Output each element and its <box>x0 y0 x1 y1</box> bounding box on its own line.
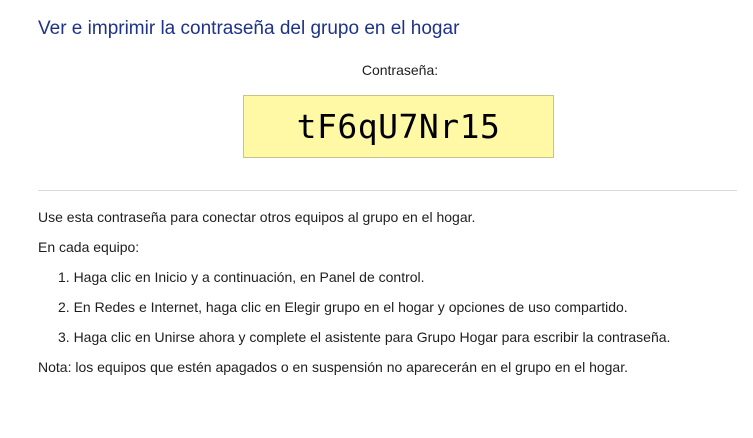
password-box: tF6qU7Nr15 <box>243 95 554 158</box>
page-title: Ver e imprimir la contraseña del grupo e… <box>38 18 460 39</box>
each-pc-text: En cada equipo: <box>38 239 140 255</box>
password-label: Contraseña: <box>361 62 439 78</box>
step-item: 3. Haga clic en Unirse ahora y complete … <box>58 329 671 345</box>
divider <box>38 190 737 191</box>
steps-list: 1. Haga clic en Inicio y a continuación,… <box>38 267 738 347</box>
instructions: Use esta contraseña para conectar otros … <box>38 207 738 387</box>
password-value: tF6qU7Nr15 <box>296 107 501 146</box>
note-text: Nota: los equipos que estén apagados o e… <box>38 359 628 375</box>
step-item: 2. En Redes e Internet, haga clic en Ele… <box>58 299 628 315</box>
step-item: 1. Haga clic en Inicio y a continuación,… <box>58 269 425 285</box>
intro-text: Use esta contraseña para conectar otros … <box>38 209 476 225</box>
